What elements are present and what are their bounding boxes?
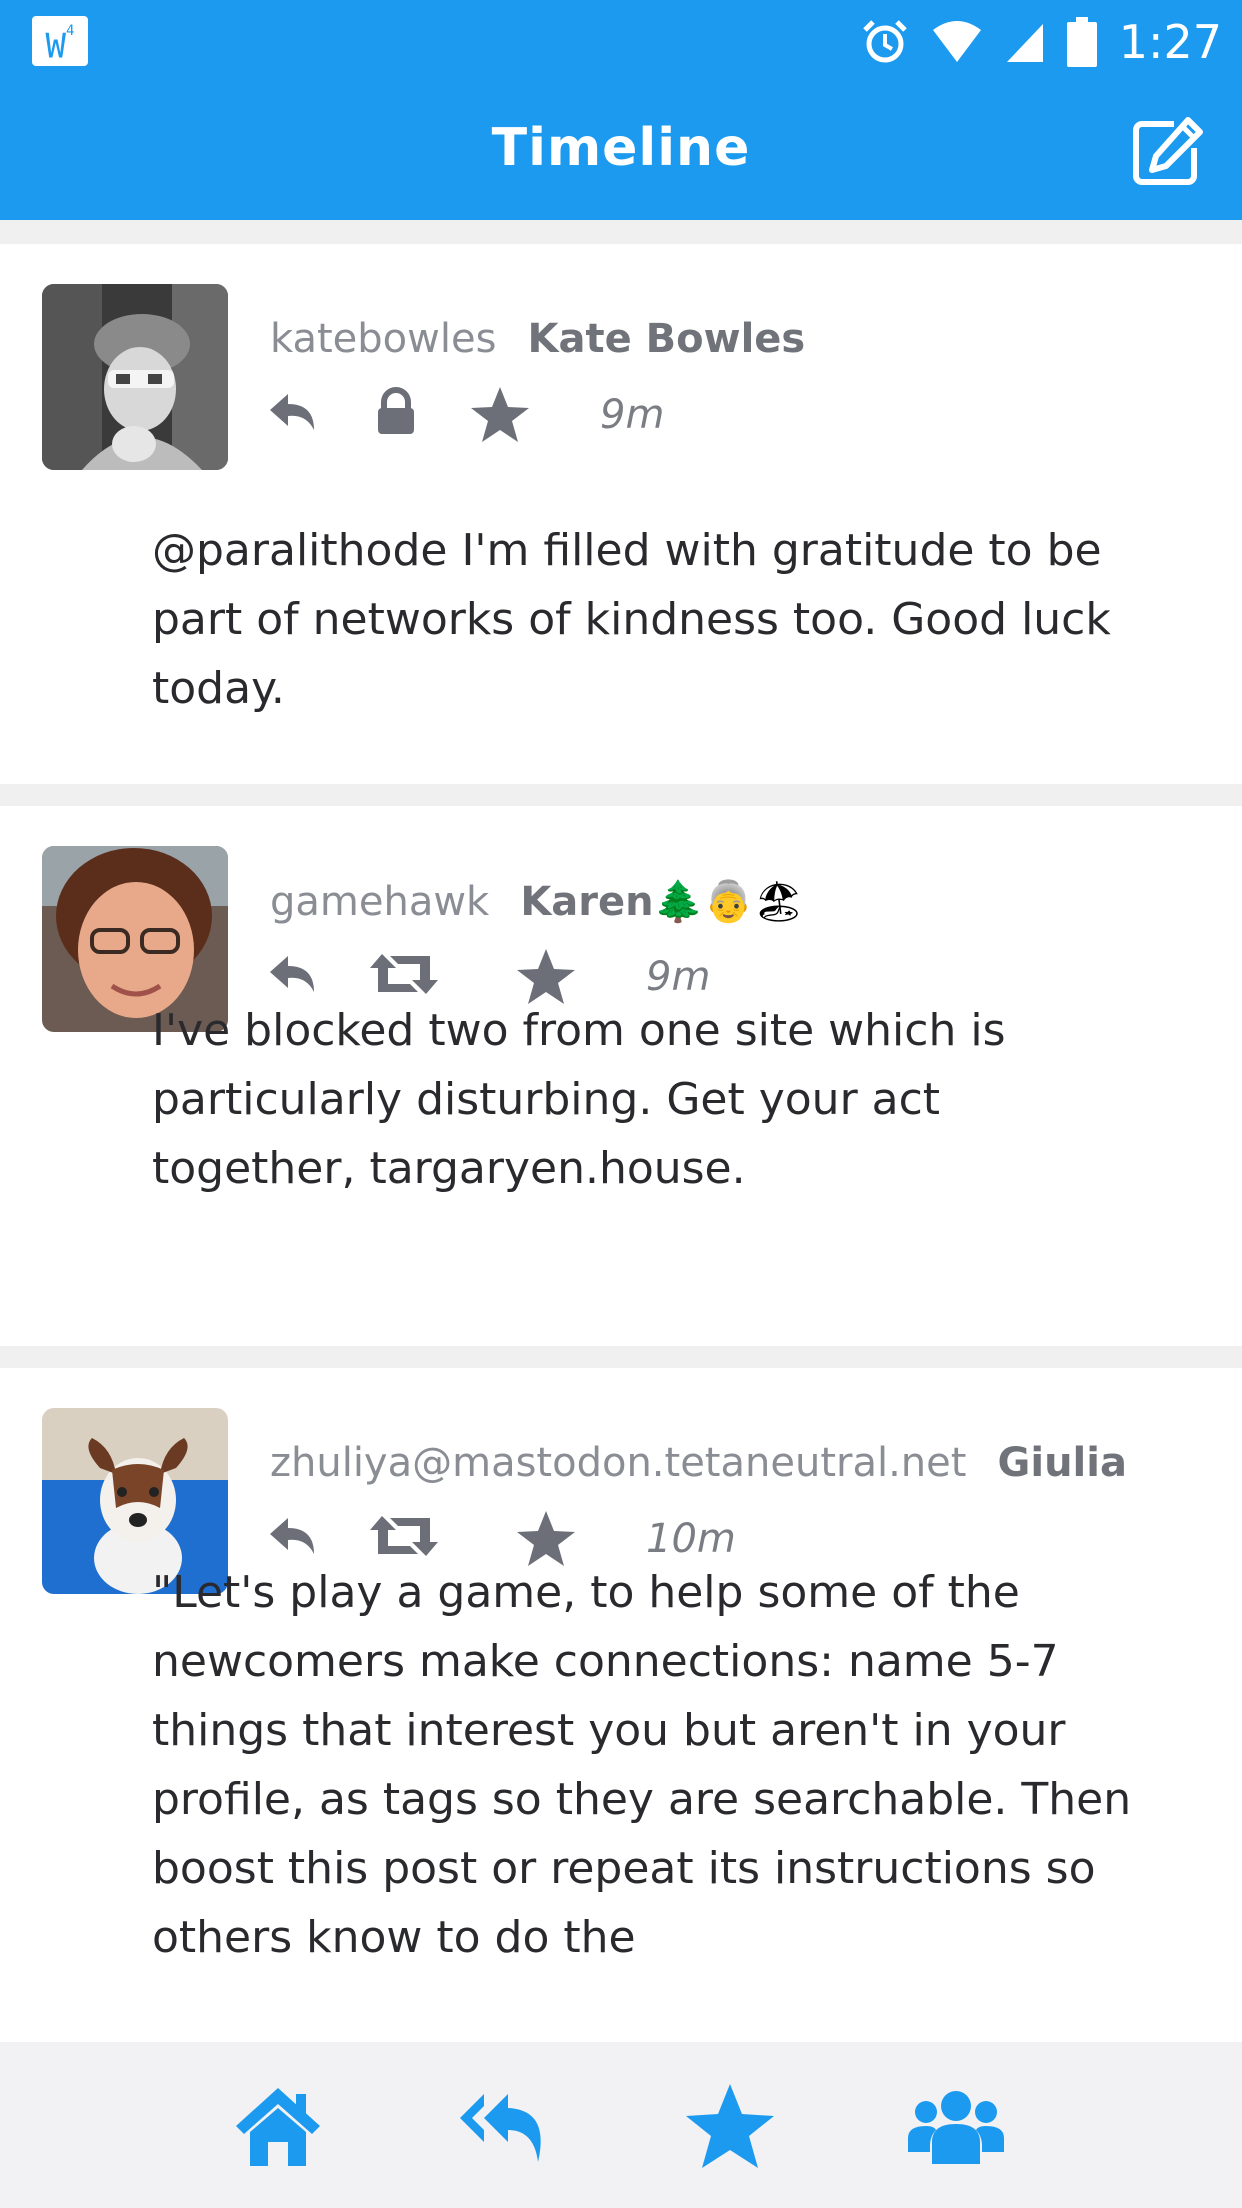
alarm-icon bbox=[862, 20, 907, 63]
post-content: "Let's play a game, to help some of the … bbox=[152, 1567, 1132, 1963]
post-time: 10m bbox=[646, 1516, 736, 1562]
home-icon[interactable] bbox=[228, 2076, 328, 2176]
app-logo: W4 bbox=[32, 16, 88, 66]
status-post[interactable]: katebowles Kate Bowles 9m @paralithode I… bbox=[0, 244, 1242, 784]
status-post[interactable]: zhuliya@mastodon.tetaneutral.net Giulia … bbox=[0, 1368, 1242, 2068]
post-time: 9m bbox=[600, 392, 665, 438]
mentions-icon[interactable] bbox=[454, 2076, 554, 2176]
status-bar: W4 1:27 bbox=[0, 0, 1242, 84]
avatar[interactable] bbox=[42, 284, 228, 470]
app-bar: Timeline bbox=[0, 84, 1242, 220]
compose-button[interactable] bbox=[1130, 114, 1206, 190]
wifi-icon bbox=[932, 21, 981, 62]
status-post[interactable]: gamehawk Karen🌲👵🏖 9m I've blocked two fr… bbox=[0, 806, 1242, 1346]
boost-icon[interactable] bbox=[366, 946, 442, 1002]
star-icon[interactable] bbox=[468, 384, 532, 448]
display-name[interactable]: Karen bbox=[520, 879, 653, 925]
community-icon[interactable] bbox=[906, 2076, 1006, 2176]
post-content: I've blocked two from one site which is … bbox=[152, 1005, 1006, 1194]
status-time: 1:27 bbox=[1118, 15, 1222, 69]
display-name[interactable]: Kate Bowles bbox=[528, 316, 806, 362]
battery-icon bbox=[1066, 17, 1097, 67]
favourites-icon[interactable] bbox=[680, 2076, 780, 2176]
post-content: @paralithode I'm filled with gratitude t… bbox=[152, 525, 1111, 714]
bottom-navigation bbox=[0, 2042, 1242, 2208]
display-name-emoji: 🌲👵🏖 bbox=[653, 879, 805, 925]
reply-icon[interactable] bbox=[266, 384, 322, 440]
signal-icon bbox=[1006, 24, 1043, 62]
lock-icon bbox=[378, 387, 414, 434]
post-time: 9m bbox=[646, 954, 711, 1000]
username[interactable]: zhuliya@mastodon.tetaneutral.net bbox=[270, 1440, 966, 1486]
reply-icon[interactable] bbox=[266, 1508, 322, 1564]
username[interactable]: katebowles bbox=[270, 316, 496, 362]
username[interactable]: gamehawk bbox=[270, 879, 489, 925]
reply-icon[interactable] bbox=[266, 946, 322, 1002]
boost-icon[interactable] bbox=[366, 1508, 442, 1564]
display-name[interactable]: Giulia bbox=[998, 1440, 1127, 1486]
page-title: Timeline bbox=[491, 118, 751, 178]
